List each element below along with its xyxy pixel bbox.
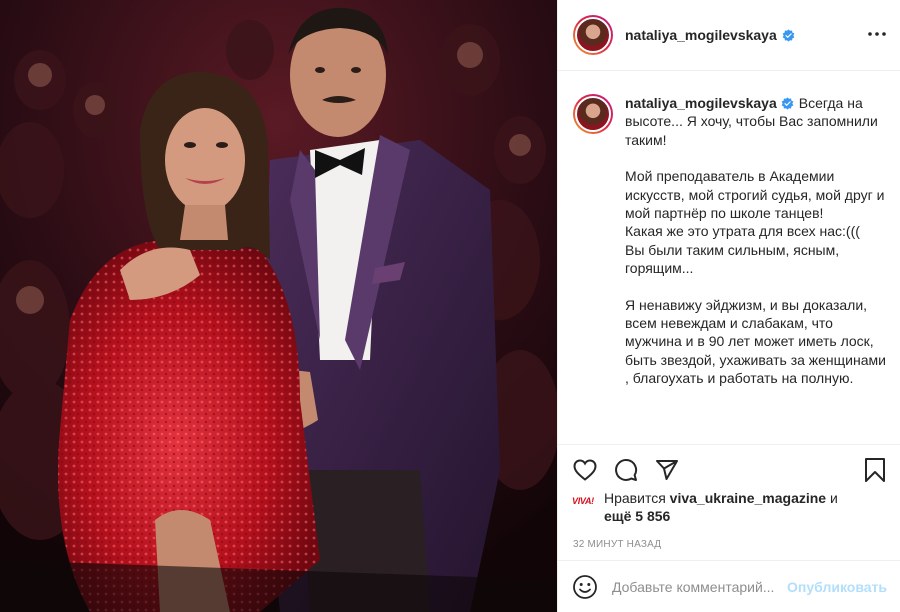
caption-line: Мой преподаватель в Академии искусств, м… [625, 168, 885, 222]
comment-composer: Опубликовать [558, 560, 900, 612]
action-bar [558, 445, 900, 495]
comment-icon[interactable] [613, 457, 639, 483]
bookmark-icon[interactable] [863, 457, 889, 483]
likes-count-link[interactable]: ещё 5 856 [604, 508, 670, 524]
share-icon[interactable] [654, 457, 680, 483]
author-avatar[interactable] [573, 15, 613, 55]
instagram-post: nataliya_mogilevskaya nataliya_mogilevsk… [0, 0, 900, 612]
comment-input[interactable] [612, 578, 782, 595]
heart-icon[interactable] [572, 457, 598, 483]
post-header: nataliya_mogilevskaya [558, 0, 900, 71]
emoji-icon[interactable] [572, 574, 598, 600]
post-actions-section: VIVA! Нравится viva_ukraine_magazine и е… [558, 444, 900, 550]
more-options-icon[interactable] [867, 24, 887, 44]
caption-line: Какая же это утрата для всех нас:((( [625, 223, 860, 240]
caption-username[interactable]: nataliya_mogilevskaya [625, 95, 777, 111]
caption-area: nataliya_mogilevskaya Всегда на высоте...… [558, 72, 900, 444]
caption-line: Вы были таким сильным, ясным, горящим... [625, 241, 840, 277]
author-username[interactable]: nataliya_mogilevskaya [625, 27, 777, 43]
publish-button[interactable]: Опубликовать [787, 579, 887, 595]
post-photo[interactable] [0, 0, 557, 612]
caption-author-avatar[interactable] [573, 94, 613, 134]
verified-badge-icon [781, 97, 794, 110]
caption-text: nataliya_mogilevskaya Всегда на высоте...… [625, 94, 887, 444]
caption-line: Я ненавижу эйджизм, и вы доказали, всем … [625, 296, 886, 387]
verified-badge-icon [782, 28, 795, 42]
post-side-panel: nataliya_mogilevskaya nataliya_mogilevsk… [557, 0, 900, 612]
post-timestamp[interactable]: 32 минут назад [558, 539, 900, 550]
photo-illustration [0, 0, 557, 612]
